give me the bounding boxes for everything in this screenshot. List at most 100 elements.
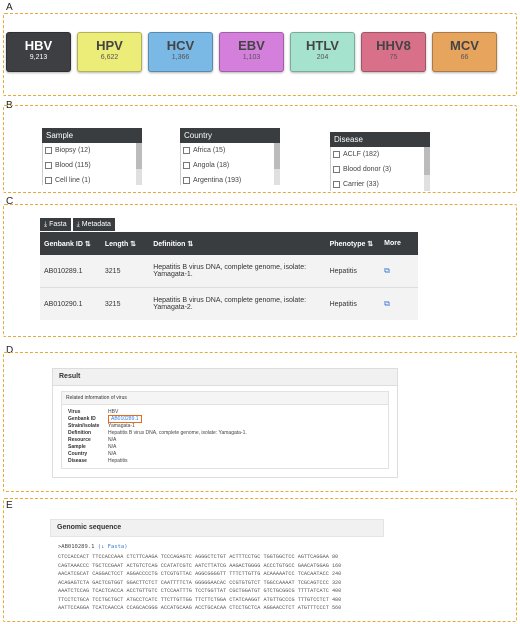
virus-button-mcv[interactable]: MCV 66: [432, 32, 497, 72]
virus-count: 9,213: [29, 54, 48, 61]
filter-item-label: ACLF (182): [343, 151, 380, 158]
cell-definition: Hepatitis B virus DNA, complete genome, …: [149, 287, 326, 320]
virus-info-rows: Virus HBV Genbank ID AB010289.1 Strain/iso…: [68, 408, 247, 464]
scrollbar-thumb[interactable]: [424, 147, 430, 175]
filter-item-label: Blood (115): [55, 162, 91, 169]
checkbox-icon[interactable]: [45, 162, 52, 169]
filter-item[interactable]: Africa (15): [181, 143, 280, 158]
checkbox-icon[interactable]: [333, 151, 340, 158]
virus-name: HPV: [96, 38, 123, 53]
filter-item[interactable]: Blood (115): [43, 158, 142, 173]
filter-item[interactable]: Argentina (193): [181, 173, 280, 185]
filter-sample: Sample Biopsy (12) Blood (115) Cell line…: [42, 128, 142, 185]
info-key: Resource: [68, 436, 91, 443]
info-key: Country: [68, 450, 88, 457]
info-key: Virus: [68, 408, 81, 415]
scrollbar-track[interactable]: [274, 143, 280, 185]
filter-item-label: Blood donor (3): [343, 166, 392, 173]
info-row: Strain/isolate Yamagata-1: [68, 422, 247, 429]
info-value: Hepatitis: [108, 457, 128, 464]
virus-name: HHV8: [376, 38, 411, 53]
checkbox-icon[interactable]: [183, 177, 190, 184]
column-header-genbank-id[interactable]: Genbank ID ⇅: [40, 232, 101, 255]
genbank-table: Genbank ID ⇅ Length ⇅ Definition ⇅ Pheno…: [40, 232, 418, 320]
cell-more: ⧉: [380, 255, 418, 288]
info-row: Disease Hepatitis: [68, 457, 247, 464]
table-row[interactable]: AB010290.1 3215 Hepatitis B virus DNA, c…: [40, 287, 418, 320]
cell-phenotype: Hepatitis: [325, 287, 381, 320]
filter-item[interactable]: Blood donor (3): [331, 162, 430, 177]
cell-more: ⧉: [380, 287, 418, 320]
checkbox-icon[interactable]: [183, 162, 190, 169]
filter-country-list: Africa (15) Angola (18) Argentina (193): [180, 143, 280, 185]
virus-count: 1,366: [171, 54, 190, 61]
filter-item[interactable]: ACLF (182): [331, 147, 430, 162]
genbank-id-link[interactable]: AB010289.1: [108, 414, 142, 423]
virus-info-title: Related information of virus: [62, 392, 388, 405]
info-row: Country N/A: [68, 450, 247, 457]
virus-count: 75: [389, 54, 398, 61]
info-value: N/A: [108, 450, 117, 457]
virus-button-hpv[interactable]: HPV 6,622: [77, 32, 142, 72]
virus-name: HCV: [166, 38, 195, 53]
column-header-phenotype[interactable]: Phenotype ⇅: [325, 232, 381, 255]
checkbox-icon[interactable]: [333, 181, 340, 188]
info-key: Disease: [68, 457, 87, 464]
virus-name: HBV: [24, 38, 53, 53]
checkbox-icon[interactable]: [45, 147, 52, 154]
virus-button-htlv[interactable]: HTLV 204: [290, 32, 355, 72]
filter-item-label: Angola (18): [193, 162, 230, 169]
external-link-icon[interactable]: ⧉: [384, 299, 390, 308]
info-row: Virus HBV: [68, 408, 247, 415]
checkbox-icon[interactable]: [333, 166, 340, 173]
external-link-icon[interactable]: ⧉: [384, 266, 390, 275]
fasta-header: >AB010289.1 (↓ Fasta): [58, 544, 384, 550]
virus-button-row: HBV 9,213 HPV 6,622 HCV 1,366 EBV 1,103 HTLV 204 H…: [6, 32, 497, 72]
scrollbar-track[interactable]: [424, 147, 430, 191]
filter-country: Country Africa (15) Angola (18) Argentin…: [180, 128, 280, 185]
virus-count: 1,103: [242, 54, 261, 61]
filter-item[interactable]: Cell line (1): [43, 173, 142, 185]
virus-button-hbv[interactable]: HBV 9,213: [6, 32, 71, 72]
download-metadata-button[interactable]: ⤓ Metadata: [72, 218, 115, 231]
cell-phenotype: Hepatitis: [325, 255, 381, 288]
sequence-lines: CTCCACCACT TTCCACCAAA CTCTTCAAGA TCCCAGA…: [58, 553, 384, 613]
filter-item[interactable]: Angola (18): [181, 158, 280, 173]
virus-name: MCV: [450, 38, 479, 53]
scrollbar-track[interactable]: [136, 143, 142, 185]
panel-label-a: A: [6, 2, 13, 13]
panel-d-virus-info: Result Related information of virus Viru…: [3, 352, 517, 492]
info-value: Yamagata-1: [108, 422, 135, 429]
fasta-download-link[interactable]: (↓ Fasta): [98, 544, 128, 550]
sequence-line: CTCCACCACT TTCCACCAAA CTCTTCAAGA TCCCAGA…: [58, 554, 339, 560]
virus-button-ebv[interactable]: EBV 1,103: [219, 32, 284, 72]
filter-item-label: Africa (15): [193, 147, 226, 154]
download-fasta-button[interactable]: ⤓ Fasta: [40, 218, 71, 231]
virus-name: HTLV: [306, 38, 339, 53]
info-row: Genbank ID AB010289.1: [68, 414, 247, 423]
column-header-length[interactable]: Length ⇅: [100, 232, 150, 255]
sequence-line: CAGTAAACCC TGCTCCGAAT ACTGTCTCAG CCATATC…: [58, 562, 342, 569]
sequence-line: AATTCCAGGA TCATCAACCA CCAGCACGGG ACCATGC…: [58, 605, 342, 611]
sequence-line: AACATCGCAT CAGGACTCCT AGGACCCCTG CTCGTGT…: [58, 571, 342, 577]
download-metadata-label: Metadata: [81, 221, 111, 228]
result-title: Result: [53, 369, 397, 386]
info-key: Strain/isolate: [68, 422, 100, 429]
filter-item-label: Argentina (193): [193, 177, 242, 184]
column-header-definition[interactable]: Definition ⇅: [149, 232, 326, 255]
checkbox-icon[interactable]: [183, 147, 190, 154]
filter-item[interactable]: Carrier (33): [331, 177, 430, 191]
info-value: N/A: [108, 436, 117, 443]
filter-item[interactable]: Biopsy (12): [43, 143, 142, 158]
cell-definition: Hepatitis B virus DNA, complete genome, …: [149, 255, 326, 288]
checkbox-icon[interactable]: [45, 177, 52, 184]
table-row[interactable]: AB010289.1 3215 Hepatitis B virus DNA, c…: [40, 255, 418, 288]
virus-button-hhv8[interactable]: HHV8 75: [361, 32, 426, 72]
cell-length: 3215: [100, 255, 150, 288]
virus-button-hcv[interactable]: HCV 1,366: [148, 32, 213, 72]
scrollbar-thumb[interactable]: [274, 143, 280, 169]
scrollbar-thumb[interactable]: [136, 143, 142, 169]
table-header-row: Genbank ID ⇅ Length ⇅ Definition ⇅ Pheno…: [40, 232, 418, 255]
filter-sample-list: Biopsy (12) Blood (115) Cell line (1): [42, 143, 142, 185]
virus-info-box: Related information of virus Virus HBV Ge…: [61, 391, 389, 469]
